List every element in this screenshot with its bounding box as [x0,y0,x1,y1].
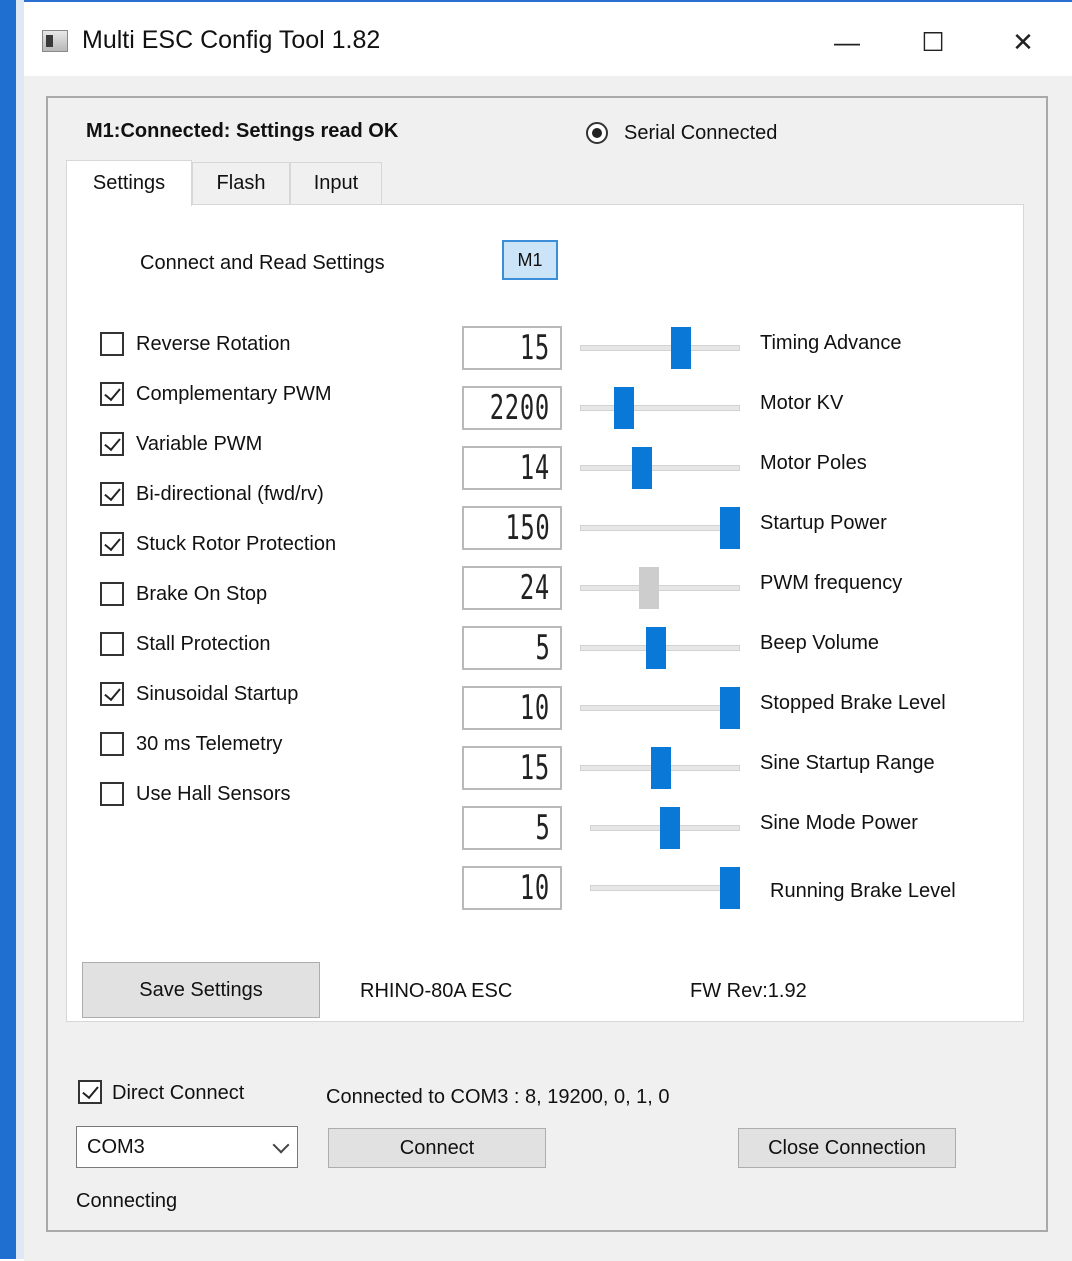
option-checkbox[interactable] [100,432,124,456]
slider-value-display: 14 [462,446,562,490]
m1-button[interactable]: M1 [502,240,558,280]
option-checkbox-label: Complementary PWM [136,383,332,405]
com-port-value: COM3 [87,1135,145,1158]
firmware-revision: FW Rev:1.92 [690,980,807,1002]
slider-value: 5 [534,628,550,668]
slider-label: PWM frequency [760,572,903,594]
app-window: Multi ESC Config Tool 1.82 — ☐ ✕ M1:Conn… [24,0,1072,1261]
slider-thumb[interactable] [631,447,652,489]
option-checkbox[interactable] [100,632,124,656]
save-settings-button[interactable]: Save Settings [82,962,320,1018]
slider-thumb[interactable] [720,507,740,549]
slider-value: 15 [519,748,550,788]
slider-thumb[interactable] [720,687,740,729]
option-checkbox[interactable] [100,582,124,606]
slider-track[interactable] [580,705,740,711]
slider-value-display: 2200 [462,386,562,430]
tab-settings[interactable]: Settings [66,160,192,206]
option-checkbox[interactable] [100,382,124,406]
title-bar: Multi ESC Config Tool 1.82 — ☐ ✕ [24,2,1072,76]
direct-connect-label: Direct Connect [112,1082,245,1104]
slider-value-display: 5 [462,626,562,670]
slider-label: Motor Poles [760,452,867,474]
connection-status: M1:Connected: Settings read OK [86,120,399,142]
option-checkbox-label: Reverse Rotation [136,333,291,355]
slider-thumb[interactable] [720,867,740,909]
slider-value: 150 [504,508,550,548]
option-checkbox-label: Variable PWM [136,433,263,455]
close-button[interactable]: ✕ [1000,20,1046,64]
slider-thumb[interactable] [645,627,666,669]
option-checkbox-label: Brake On Stop [136,583,268,605]
slider-value: 24 [519,568,550,608]
slider-value: 10 [519,688,550,728]
option-checkbox-label: Stuck Rotor Protection [136,533,337,555]
slider-label: Sine Mode Power [760,812,918,834]
slider-value: 2200 [489,388,550,428]
option-checkbox[interactable] [100,532,124,556]
slider-thumb[interactable] [660,807,681,849]
tab-flash[interactable]: Flash [192,162,290,204]
window-body: M1:Connected: Settings read OK Serial Co… [24,76,1072,1261]
option-checkbox-label: 30 ms Telemetry [136,733,283,755]
slider-label: Stopped Brake Level [760,692,946,714]
slider-value-display: 15 [462,326,562,370]
slider-track[interactable] [580,465,740,471]
slider-label: Timing Advance [760,332,902,354]
slider-thumb[interactable] [651,747,672,789]
app-icon [42,30,68,52]
slider-track[interactable] [580,345,740,351]
option-checkbox[interactable] [100,782,124,806]
slider-value: 5 [534,808,550,848]
slider-value: 14 [519,448,550,488]
option-checkbox[interactable] [100,732,124,756]
serial-connected-radio[interactable] [586,122,608,144]
com-port-select[interactable]: COM3 [76,1126,298,1168]
connection-state: Connecting [76,1190,178,1212]
connect-button[interactable]: Connect [328,1128,546,1168]
slider-track[interactable] [580,585,740,591]
option-checkbox-label: Use Hall Sensors [136,783,291,805]
slider-thumb[interactable] [613,387,634,429]
option-checkbox-label: Stall Protection [136,633,271,655]
slider-value-display: 24 [462,566,562,610]
slider-label: Beep Volume [760,632,879,654]
connected-port-info: Connected to COM3 : 8, 19200, 0, 1, 0 [326,1086,670,1108]
slider-thumb[interactable] [671,327,691,369]
connect-read-label: Connect and Read Settings [140,252,385,274]
minimize-button[interactable]: — [824,20,870,64]
slider-label: Motor KV [760,392,844,414]
slider-value-display: 10 [462,866,562,910]
slider-value-display: 10 [462,686,562,730]
slider-label: Startup Power [760,512,887,534]
close-connection-button[interactable]: Close Connection [738,1128,956,1168]
tab-input[interactable]: Input [290,162,382,204]
window-title: Multi ESC Config Tool 1.82 [82,26,381,54]
slider-thumb[interactable] [638,567,659,609]
maximize-button[interactable]: ☐ [910,20,956,64]
option-checkbox[interactable] [100,682,124,706]
slider-value-display: 15 [462,746,562,790]
slider-track[interactable] [580,525,740,531]
option-checkbox[interactable] [100,332,124,356]
option-checkbox-label: Sinusoidal Startup [136,683,299,705]
direct-connect-checkbox[interactable] [78,1080,102,1104]
chevron-down-icon [272,1136,290,1154]
serial-connected-label: Serial Connected [624,122,778,144]
slider-track[interactable] [590,885,740,891]
slider-value: 15 [519,328,550,368]
option-checkbox-label: Bi-directional (fwd/rv) [136,483,324,505]
slider-track[interactable] [580,405,740,411]
esc-name: RHINO-80A ESC [360,980,513,1002]
window-border [0,0,16,1259]
slider-label: Running Brake Level [770,880,956,902]
slider-label: Sine Startup Range [760,752,935,774]
slider-value-display: 5 [462,806,562,850]
slider-value: 10 [519,868,550,908]
option-checkbox[interactable] [100,482,124,506]
slider-value-display: 150 [462,506,562,550]
